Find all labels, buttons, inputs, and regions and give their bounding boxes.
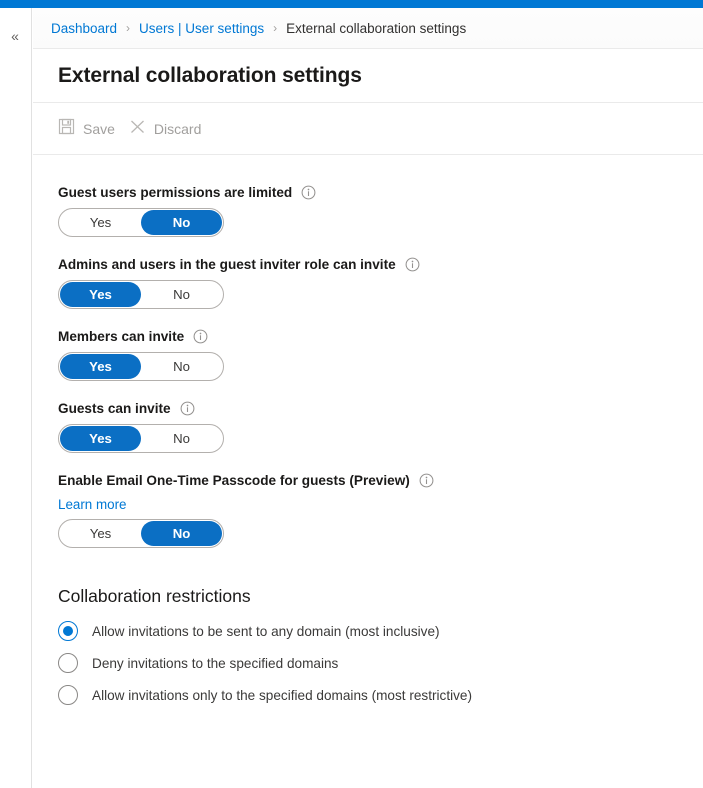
toggle-members-can-invite[interactable]: Yes No (58, 352, 224, 381)
toggle-guest-users-permissions-are-limited[interactable]: Yes No (58, 208, 224, 237)
radio-mark (58, 685, 78, 705)
info-icon[interactable] (193, 329, 208, 344)
collaboration-restrictions-section: Collaboration restrictions Allow invitat… (58, 586, 703, 705)
info-icon[interactable] (405, 257, 420, 272)
info-icon[interactable] (419, 473, 434, 488)
collaboration-restrictions-heading: Collaboration restrictions (58, 586, 703, 607)
toggle-enable-email-one-time-passcode-for-guests[interactable]: Yes No (58, 519, 224, 548)
toggle-admins-and-users-in-the-guest-inviter-role-can-invite[interactable]: Yes No (58, 280, 224, 309)
setting-label-row: Guests can invite (58, 401, 703, 416)
toggle-option-no[interactable]: No (141, 521, 222, 546)
breadcrumb: Dashboard › Users | User settings › Exte… (33, 8, 703, 49)
radio-label: Allow invitations to be sent to any doma… (92, 624, 440, 639)
breadcrumb-item-dashboard[interactable]: Dashboard (51, 21, 117, 36)
setting-guest-users-permissions-are-limited: Guest users permissions are limited Yes … (58, 185, 703, 237)
setting-label: Guest users permissions are limited (58, 185, 292, 200)
setting-label: Guests can invite (58, 401, 171, 416)
info-icon[interactable] (180, 401, 195, 416)
settings-body: Guest users permissions are limited Yes … (33, 155, 703, 705)
page-title-row: External collaboration settings (33, 49, 703, 103)
breadcrumb-separator: › (273, 21, 277, 35)
setting-label-row: Admins and users in the guest inviter ro… (58, 257, 703, 272)
setting-label-row: Enable Email One-Time Passcode for guest… (58, 473, 703, 488)
toggle-option-yes[interactable]: Yes (60, 426, 141, 451)
radio-label: Deny invitations to the specified domain… (92, 656, 338, 671)
toggle-option-no[interactable]: No (141, 210, 222, 235)
toggle-option-yes[interactable]: Yes (60, 282, 141, 307)
radio-deny-specified-domains[interactable]: Deny invitations to the specified domain… (58, 653, 703, 673)
setting-label-row: Members can invite (58, 329, 703, 344)
setting-label: Members can invite (58, 329, 184, 344)
setting-enable-email-one-time-passcode-for-guests: Enable Email One-Time Passcode for guest… (58, 473, 703, 548)
toggle-guests-can-invite[interactable]: Yes No (58, 424, 224, 453)
learn-more-link[interactable]: Learn more (58, 497, 126, 512)
toggle-option-yes[interactable]: Yes (60, 521, 141, 546)
command-bar: Save Discard (33, 103, 703, 155)
setting-label: Admins and users in the guest inviter ro… (58, 257, 396, 272)
toggle-option-no[interactable]: No (141, 282, 222, 307)
page-title: External collaboration settings (58, 64, 362, 88)
info-icon[interactable] (301, 185, 316, 200)
setting-admins-and-users-in-the-guest-inviter-role-can-invite: Admins and users in the guest inviter ro… (58, 257, 703, 309)
radio-mark (58, 653, 78, 673)
setting-members-can-invite: Members can invite Yes No (58, 329, 703, 381)
discard-button[interactable]: Discard (129, 118, 201, 140)
radio-allow-any-domain[interactable]: Allow invitations to be sent to any doma… (58, 621, 703, 641)
toggle-option-no[interactable]: No (141, 426, 222, 451)
azure-top-bar (0, 0, 703, 8)
toggle-option-no[interactable]: No (141, 354, 222, 379)
breadcrumb-item-current: External collaboration settings (286, 21, 466, 36)
external-collaboration-settings-blade: Dashboard › Users | User settings › Exte… (33, 8, 703, 788)
toggle-option-yes[interactable]: Yes (60, 210, 141, 235)
radio-mark-selected (58, 621, 78, 641)
breadcrumb-separator: › (126, 21, 130, 35)
breadcrumb-item-user-settings[interactable]: Users | User settings (139, 21, 264, 36)
toggle-option-yes[interactable]: Yes (60, 354, 141, 379)
discard-button-label: Discard (154, 121, 201, 137)
setting-label: Enable Email One-Time Passcode for guest… (58, 473, 410, 488)
setting-label-row: Guest users permissions are limited (58, 185, 703, 200)
save-button-label: Save (83, 121, 115, 137)
radio-label: Allow invitations only to the specified … (92, 688, 472, 703)
setting-guests-can-invite: Guests can invite Yes No (58, 401, 703, 453)
save-button[interactable]: Save (58, 118, 115, 140)
radio-allow-only-specified-domains[interactable]: Allow invitations only to the specified … (58, 685, 703, 705)
close-x-icon (129, 118, 146, 140)
save-floppy-icon (58, 118, 75, 140)
left-navigation-rail: « (0, 8, 32, 788)
collapse-navigation-icon[interactable]: « (4, 26, 26, 46)
